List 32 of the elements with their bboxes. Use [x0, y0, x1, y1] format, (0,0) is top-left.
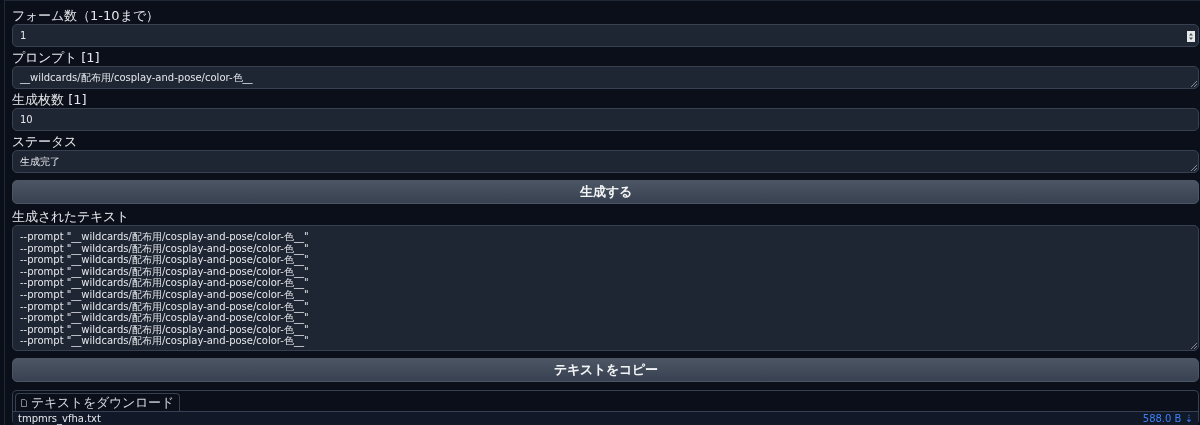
download-tab[interactable]: テキストをダウンロード	[15, 393, 180, 411]
field-label: フォーム数（1-10まで）	[12, 8, 159, 23]
field-label: ステータス	[12, 134, 77, 149]
download-link[interactable]: 588.0 B ⇣	[1142, 413, 1193, 424]
field-label: 生成されたテキスト	[12, 209, 129, 224]
text-line: --prompt "__wildcards/配布用/cosplay-and-pose/color-色__"	[20, 300, 309, 313]
text-area[interactable]: __wildcards/配布用/cosplay-and-pose/color-色__	[12, 66, 1199, 89]
text-line: --prompt "__wildcards/配布用/cosplay-and-pose/color-色__"	[20, 335, 309, 347]
copy-button[interactable]: テキストをコピー	[12, 358, 1199, 382]
file-row[interactable]: tmpmrs_vfha.txt 588.0 B ⇣	[13, 411, 1198, 425]
download-label: テキストをダウンロード	[31, 395, 174, 410]
text-line: --prompt "__wildcards/配布用/cosplay-and-pose/color-色__"	[20, 254, 309, 266]
text-line: --prompt "__wildcards/配布用/cosplay-and-pose/color-色__"	[20, 312, 309, 324]
text-line: --prompt "__wildcards/配布用/cosplay-and-pose/color-色__"	[20, 265, 309, 278]
text-area[interactable]: 生成完了	[12, 150, 1199, 173]
text-line: --prompt "__wildcards/配布用/cosplay-and-pose/color-色__"	[20, 277, 309, 289]
file-name: tmpmrs_vfha.txt	[18, 413, 101, 424]
text-line: --prompt "__wildcards/配布用/cosplay-and-pose/color-色__"	[20, 231, 309, 243]
field-label: プロンプト [1]	[12, 50, 100, 65]
text-line: --prompt "__wildcards/配布用/cosplay-and-pose/color-色__"	[20, 288, 309, 301]
resize-handle-icon[interactable]	[1191, 343, 1197, 349]
spinner-icon[interactable]	[1187, 31, 1195, 42]
resize-handle-icon[interactable]	[1191, 81, 1197, 87]
resize-handle-icon[interactable]	[1191, 165, 1197, 171]
text-field[interactable]: 10	[12, 108, 1199, 131]
file-icon	[21, 398, 27, 407]
output-text-area[interactable]	[12, 225, 1199, 351]
text-line: --prompt "__wildcards/配布用/cosplay-and-pose/color-色__"	[20, 242, 309, 255]
text-line: --prompt "__wildcards/配布用/cosplay-and-pose/color-色__"	[20, 323, 309, 336]
generate-button[interactable]: 生成する	[12, 180, 1199, 204]
number-field[interactable]: 1	[12, 24, 1199, 47]
field-label: 生成枚数 [1]	[12, 92, 87, 107]
